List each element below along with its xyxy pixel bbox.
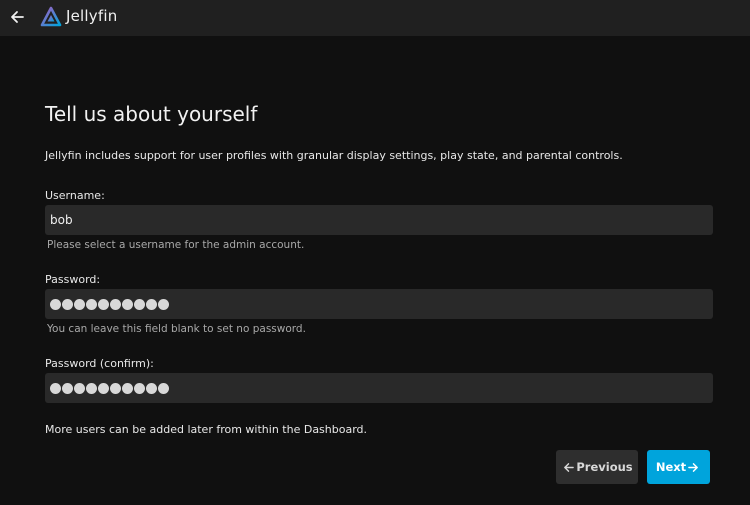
password-label: Password: bbox=[45, 273, 101, 286]
next-button[interactable]: Next bbox=[647, 450, 710, 484]
app-header: Jellyfin bbox=[0, 0, 750, 36]
arrow-left-icon bbox=[11, 11, 24, 23]
password-field[interactable] bbox=[45, 289, 713, 319]
jellyfin-logo-icon[interactable] bbox=[40, 6, 62, 28]
next-label: Next bbox=[655, 460, 687, 474]
intro-text: Jellyfin includes support for user profi… bbox=[45, 149, 623, 162]
previous-button[interactable]: Previous bbox=[556, 450, 638, 484]
previous-label: Previous bbox=[576, 460, 633, 474]
footer-note: More users can be added later from withi… bbox=[45, 423, 368, 436]
username-field[interactable]: bob bbox=[45, 205, 713, 235]
password-confirm-label: Password (confirm): bbox=[45, 357, 154, 370]
arrow-right-icon bbox=[688, 462, 699, 472]
back-button[interactable] bbox=[6, 6, 28, 28]
username-help: Please select a username for the admin a… bbox=[47, 239, 305, 251]
password-mask bbox=[50, 298, 169, 310]
username-label: Username: bbox=[45, 189, 105, 202]
page-title: Tell us about yourself bbox=[45, 102, 258, 126]
username-value: bob bbox=[50, 213, 73, 227]
brand-name: Jellyfin bbox=[66, 7, 118, 25]
password-help: You can leave this field blank to set no… bbox=[47, 323, 306, 335]
arrow-left-icon bbox=[564, 462, 575, 472]
password-confirm-field[interactable] bbox=[45, 373, 713, 403]
password-confirm-mask bbox=[50, 382, 169, 394]
